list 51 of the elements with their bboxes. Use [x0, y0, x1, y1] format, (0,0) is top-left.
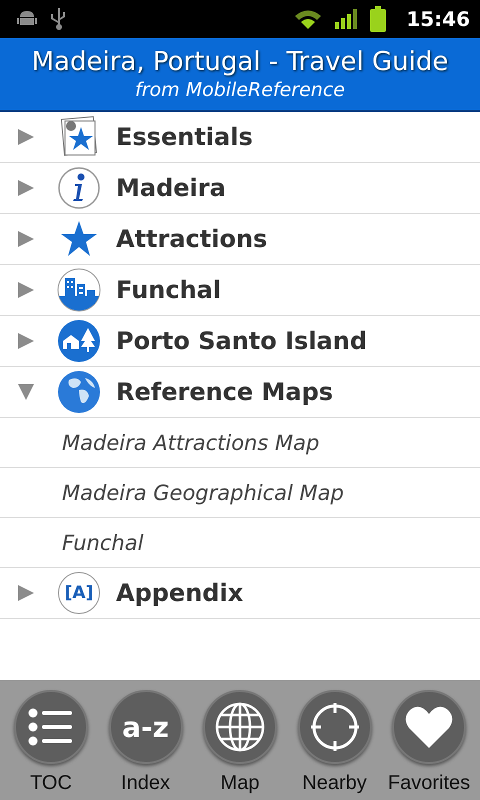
section-label: Madeira	[116, 174, 226, 202]
toolbar-button[interactable]	[203, 690, 277, 764]
toolbar-button[interactable]	[298, 690, 372, 764]
heart-icon	[404, 704, 454, 750]
battery-icon	[370, 6, 386, 32]
section-label: Appendix	[116, 579, 244, 607]
expand-arrow-icon[interactable]	[16, 382, 36, 402]
list-icon	[28, 707, 74, 747]
app-subtitle: from MobileReference	[135, 78, 345, 102]
section-row[interactable]: Madeira	[0, 163, 480, 214]
toolbar-button[interactable]	[392, 690, 466, 764]
map-item[interactable]: Madeira Attractions Map	[0, 418, 480, 468]
section-row[interactable]: Reference Maps	[0, 367, 480, 418]
app-title: Madeira, Portugal - Travel Guide	[32, 46, 448, 78]
toolbar-label: Map	[220, 772, 260, 795]
toolbar-label: Favorites	[388, 772, 470, 795]
expand-arrow-icon[interactable]	[16, 178, 36, 198]
globe-icon	[57, 370, 101, 414]
section-row[interactable]: Attractions	[0, 214, 480, 265]
index-icon: a-z	[122, 710, 169, 744]
section-row[interactable]: [A] Appendix	[0, 568, 480, 619]
section-label: Essentials	[116, 123, 253, 151]
section-row[interactable]: Porto Santo Island	[0, 316, 480, 367]
toolbar-button[interactable]: a-z	[108, 690, 182, 764]
usb-icon	[50, 6, 68, 32]
section-label: Reference Maps	[116, 378, 334, 406]
status-time: 15:46	[406, 7, 470, 31]
expand-arrow-icon[interactable]	[16, 127, 36, 147]
expand-arrow-icon[interactable]	[16, 331, 36, 351]
section-label: Porto Santo Island	[116, 327, 368, 355]
section-row[interactable]: Funchal	[0, 265, 480, 316]
section-row[interactable]: Essentials	[0, 112, 480, 163]
buildings-icon	[57, 268, 101, 312]
expand-arrow-icon[interactable]	[16, 229, 36, 249]
toolbar-label: TOC	[30, 772, 72, 795]
globe-icon	[214, 701, 266, 753]
house-tree-icon	[57, 319, 101, 363]
signal-icon	[334, 8, 358, 30]
section-label: Attractions	[116, 225, 268, 253]
map-item[interactable]: Funchal	[0, 518, 480, 568]
toolbar-button[interactable]	[14, 690, 88, 764]
toolbar-label: Index	[121, 772, 170, 795]
toolbar-label: Nearby	[302, 772, 367, 795]
appendix-icon: [A]	[58, 572, 100, 614]
crosshair-icon	[308, 701, 360, 753]
section-label: Funchal	[116, 276, 222, 304]
map-item[interactable]: Madeira Geographical Map	[0, 468, 480, 518]
wifi-icon	[294, 8, 322, 30]
expand-arrow-icon[interactable]	[16, 280, 36, 300]
info-icon	[57, 166, 101, 210]
expand-arrow-icon[interactable]	[16, 583, 36, 603]
